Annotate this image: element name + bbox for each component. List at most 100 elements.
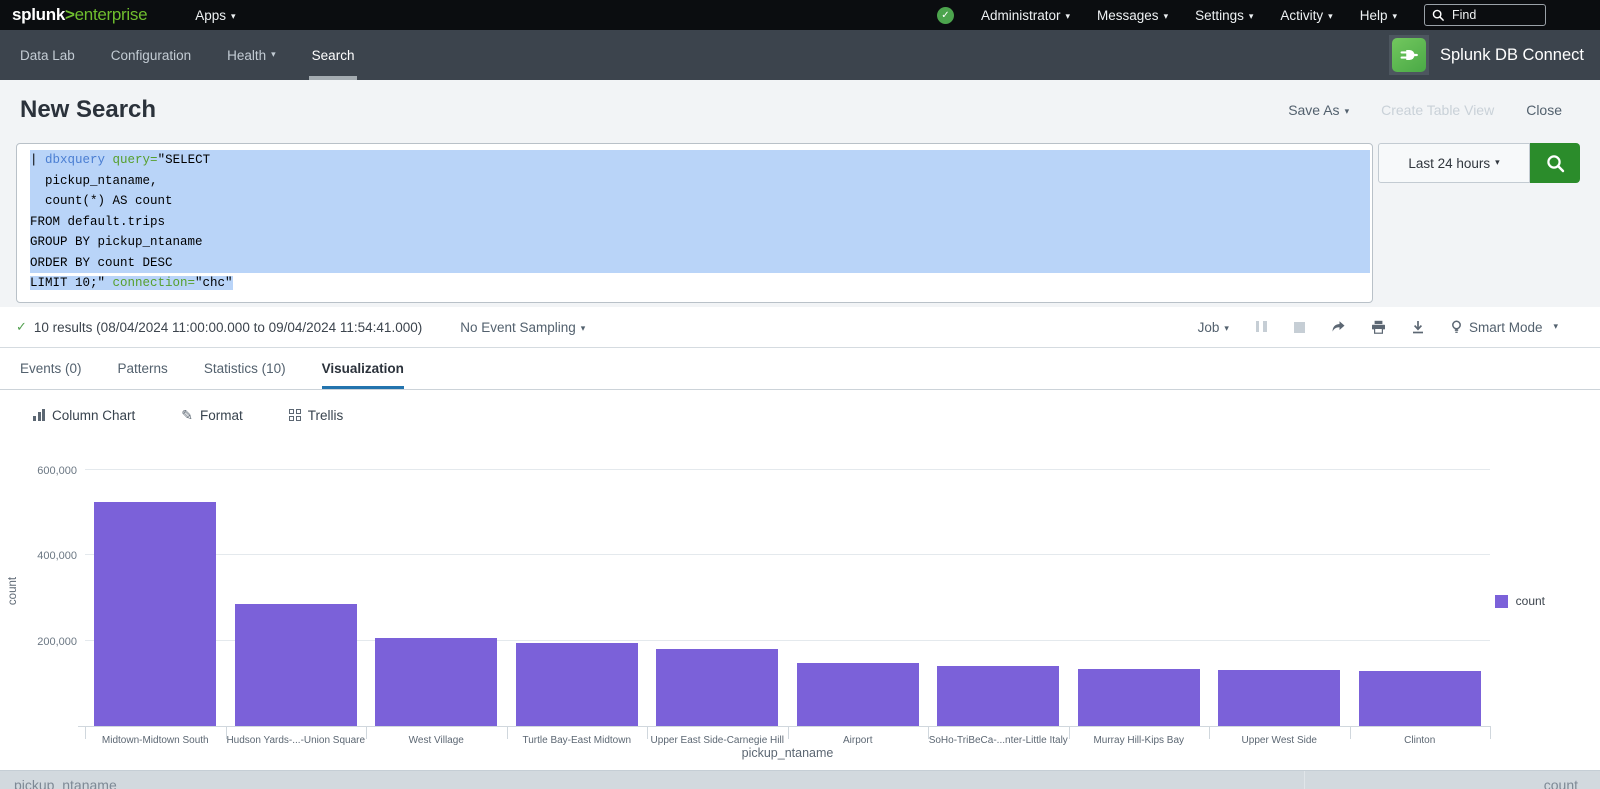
- x-axis-category-label: Turtle Bay-East Midtown: [507, 730, 648, 746]
- splunk-logo[interactable]: splunk>enterprise: [12, 5, 147, 25]
- nav-item-search[interactable]: Search: [312, 30, 355, 80]
- bar-Hudson Yards-...-Union Square[interactable]: [235, 604, 357, 726]
- find-input[interactable]: [1450, 7, 1530, 23]
- chevron-down-icon: ▾: [1328, 11, 1333, 21]
- event-sampling-dropdown[interactable]: No Event Sampling▾: [460, 320, 585, 335]
- query-line: GROUP BY pickup_ntaname: [30, 232, 1370, 253]
- format-button[interactable]: ✎ Format: [181, 407, 243, 424]
- app-identity[interactable]: Splunk DB Connect: [1389, 35, 1584, 75]
- query-line: pickup_ntaname,: [30, 171, 1370, 192]
- print-icon[interactable]: [1371, 320, 1386, 334]
- menu-messages[interactable]: Messages▾: [1097, 8, 1168, 23]
- statistics-table-header: pickup_ntaname count: [0, 770, 1600, 789]
- bar-Midtown-Midtown South[interactable]: [94, 502, 216, 726]
- health-status-icon[interactable]: ✓: [937, 7, 954, 24]
- chart-type-picker[interactable]: Column Chart: [33, 408, 135, 423]
- share-icon[interactable]: [1330, 320, 1346, 334]
- menu-administrator[interactable]: Administrator▾: [981, 8, 1070, 23]
- top-bar: splunk>enterprise Apps▾ ✓ Administrator▾…: [0, 0, 1600, 30]
- nav-item-configuration[interactable]: Configuration: [111, 30, 191, 80]
- create-table-view-button: Create Table View: [1381, 102, 1494, 118]
- bar-SoHo-TriBeCa-...nter-Little Italy[interactable]: [937, 666, 1059, 726]
- bar-slot: [647, 455, 788, 726]
- tab-events[interactable]: Events (0): [20, 348, 82, 389]
- export-download-icon[interactable]: [1411, 320, 1425, 334]
- result-tabs: Events (0) Patterns Statistics (10) Visu…: [0, 348, 1600, 390]
- column-chart-icon: [33, 409, 45, 421]
- chevron-down-icon: ▾: [1392, 11, 1397, 21]
- page-header: New Search Save As▾ Create Table View Cl…: [0, 80, 1600, 140]
- query-line: count(*) AS count: [30, 191, 1370, 212]
- apps-menu[interactable]: Apps▾: [195, 8, 235, 23]
- pencil-icon: ✎: [181, 407, 193, 424]
- tab-visualization[interactable]: Visualization: [322, 348, 404, 389]
- bar-slot: [1350, 455, 1491, 726]
- menu-help[interactable]: Help▾: [1360, 8, 1397, 23]
- x-axis-labels: Midtown-Midtown SouthHudson Yards-...-Un…: [85, 730, 1490, 746]
- query-line: LIMIT 10;" connection="chc": [30, 273, 1370, 294]
- plot-area: 200,000400,000600,000: [85, 455, 1490, 726]
- chevron-down-icon: ▾: [271, 49, 276, 60]
- bar-Clinton[interactable]: [1359, 671, 1481, 726]
- query-line: FROM default.trips: [30, 212, 1370, 233]
- bar-slot: [366, 455, 507, 726]
- tab-statistics[interactable]: Statistics (10): [204, 348, 286, 389]
- app-name: Splunk DB Connect: [1440, 46, 1584, 65]
- query-line: | dbxquery query="SELECT: [30, 150, 1370, 171]
- run-search-button[interactable]: [1530, 143, 1580, 183]
- chart-legend[interactable]: count: [1495, 594, 1545, 608]
- y-axis-tick-label: 400,000: [0, 550, 77, 562]
- close-button[interactable]: Close: [1526, 102, 1562, 118]
- column-header-count[interactable]: count: [1305, 771, 1600, 789]
- chevron-down-icon: ▾: [1224, 323, 1229, 333]
- nav-item-health[interactable]: Health▾: [227, 30, 276, 80]
- pause-icon[interactable]: [1254, 320, 1269, 335]
- bar-Turtle Bay-East Midtown[interactable]: [516, 643, 638, 726]
- logo-gt: >: [65, 5, 75, 24]
- x-axis-line: [78, 726, 1490, 727]
- x-axis-category-label: West Village: [366, 730, 507, 746]
- chevron-down-icon: ▾: [1495, 157, 1500, 168]
- trellis-grid-icon: [289, 409, 301, 421]
- x-axis-tick: [1490, 726, 1491, 739]
- success-check-icon: ✓: [16, 319, 27, 335]
- bar-Murray Hill-Kips Bay[interactable]: [1078, 669, 1200, 726]
- x-axis-category-label: Clinton: [1350, 730, 1491, 746]
- nav-item-data-lab[interactable]: Data Lab: [20, 30, 75, 80]
- bar-slot: [507, 455, 648, 726]
- y-axis-title: count: [7, 576, 19, 604]
- bar-slot: [788, 455, 929, 726]
- bar-Upper East Side-Carnegie Hill[interactable]: [656, 649, 778, 726]
- legend-label: count: [1516, 594, 1545, 608]
- search-mode-selector[interactable]: Smart Mode▾: [1450, 320, 1558, 335]
- chevron-down-icon: ▾: [1553, 321, 1558, 332]
- time-range-picker[interactable]: Last 24 hours▾: [1378, 143, 1530, 183]
- bar-slot: [1069, 455, 1210, 726]
- x-axis-category-label: Upper East Side-Carnegie Hill: [647, 730, 788, 746]
- stop-icon[interactable]: [1294, 322, 1305, 333]
- y-axis-tick-label: 200,000: [0, 636, 77, 648]
- search-area: | dbxquery query="SELECT pickup_ntaname,…: [0, 140, 1600, 307]
- job-menu[interactable]: Job▾: [1198, 320, 1229, 335]
- query-line: ORDER BY count DESC: [30, 253, 1370, 274]
- column-header-pickup-ntaname[interactable]: pickup_ntaname: [0, 771, 1305, 789]
- x-axis-category-label: SoHo-TriBeCa-...nter-Little Italy: [928, 730, 1069, 746]
- search-icon: [1546, 154, 1565, 173]
- x-axis-category-label: Murray Hill-Kips Bay: [1069, 730, 1210, 746]
- find-search-box[interactable]: [1424, 4, 1546, 26]
- bar-Upper West Side[interactable]: [1218, 670, 1340, 726]
- tab-patterns[interactable]: Patterns: [118, 348, 168, 389]
- search-query-input[interactable]: | dbxquery query="SELECT pickup_ntaname,…: [16, 143, 1373, 303]
- menu-settings[interactable]: Settings▾: [1195, 8, 1253, 23]
- x-axis-category-label: Hudson Yards-...-Union Square: [226, 730, 367, 746]
- save-as-button[interactable]: Save As▾: [1288, 102, 1349, 118]
- x-axis-category-label: Airport: [788, 730, 929, 746]
- logo-brand: splunk: [12, 5, 65, 24]
- column-chart: count 200,000400,000600,000 Midtown-Midt…: [0, 440, 1600, 770]
- bar-West Village[interactable]: [375, 638, 497, 726]
- chevron-down-icon: ▾: [1345, 106, 1350, 116]
- page-title: New Search: [20, 96, 156, 124]
- bar-Airport[interactable]: [797, 663, 919, 726]
- menu-activity[interactable]: Activity▾: [1280, 8, 1332, 23]
- trellis-button[interactable]: Trellis: [289, 408, 344, 423]
